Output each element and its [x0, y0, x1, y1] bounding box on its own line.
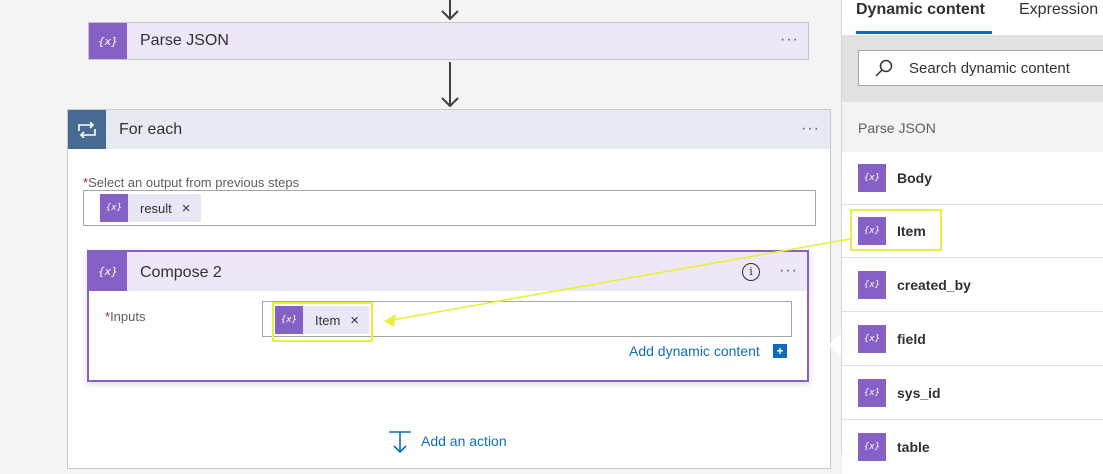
select-output-label: *Select an output from previous steps: [83, 175, 300, 190]
data-operation-icon: {x}: [858, 325, 886, 353]
for-each-header[interactable]: For each ···: [68, 110, 830, 149]
for-each-title: For each: [119, 121, 183, 138]
flow-canvas: {x} Parse JSON ··· For each ··· *Select …: [0, 0, 840, 469]
section-title: Parse JSON: [858, 120, 936, 136]
data-operation-icon: {x}: [89, 252, 127, 291]
for-each-menu-button[interactable]: ···: [801, 120, 820, 138]
data-operation-icon: {x}: [100, 194, 128, 222]
dynamic-item-label: created_by: [897, 277, 971, 293]
dynamic-item-label: table: [897, 439, 930, 455]
connector-arrow-icon: [440, 62, 460, 108]
compose-2-header[interactable]: {x} Compose 2 i ···: [89, 252, 807, 291]
compose-2-title: Compose 2: [140, 264, 222, 281]
parse-json-title: Parse JSON: [140, 32, 229, 49]
dynamic-item-body[interactable]: {x} Body: [842, 152, 1103, 205]
loop-icon: [68, 110, 106, 149]
tab-expression[interactable]: Expression: [1019, 1, 1098, 19]
parse-json-menu-button[interactable]: ···: [780, 31, 799, 49]
add-action-icon: [389, 431, 411, 453]
panel-pointer: [828, 333, 841, 357]
dynamic-item-created-by[interactable]: {x} created_by: [842, 259, 1103, 312]
dynamic-item-field[interactable]: {x} field: [842, 313, 1103, 366]
dynamic-item-label: field: [897, 331, 926, 347]
result-token[interactable]: {x} result ×: [100, 194, 201, 222]
remove-result-token-button[interactable]: ×: [182, 200, 191, 217]
result-token-label: result: [140, 200, 172, 216]
data-operation-icon: {x}: [858, 433, 886, 461]
connector-arrow-icon: [440, 0, 460, 22]
dynamic-item-label: sys_id: [897, 385, 941, 401]
item-token-highlight: [272, 302, 373, 342]
panel-item-highlight: [850, 209, 942, 251]
info-icon[interactable]: i: [742, 263, 760, 281]
search-dynamic-content-field[interactable]: [858, 50, 1103, 86]
compose-2-menu-button[interactable]: ···: [779, 262, 798, 280]
add-an-action-label: Add an action: [421, 433, 507, 449]
data-operation-icon: {x}: [89, 23, 127, 59]
select-output-field[interactable]: {x} result ×: [83, 190, 816, 226]
panel-tabs: Dynamic content Expression: [842, 0, 1103, 35]
tab-dynamic-content[interactable]: Dynamic content: [856, 1, 985, 19]
search-icon: [875, 59, 893, 77]
add-dynamic-content-link[interactable]: Add dynamic content: [629, 343, 760, 359]
dynamic-item-table[interactable]: {x} table: [842, 421, 1103, 474]
active-tab-indicator: [856, 31, 992, 34]
parse-json-section-header[interactable]: Parse JSON: [842, 102, 1103, 152]
search-area: [842, 35, 1103, 102]
data-operation-icon: {x}: [858, 271, 886, 299]
dynamic-item-label: Body: [897, 170, 932, 186]
search-input[interactable]: [907, 59, 1101, 78]
parse-json-action[interactable]: {x} Parse JSON ···: [88, 22, 809, 60]
data-operation-icon: {x}: [858, 379, 886, 407]
data-operation-icon: {x}: [858, 164, 886, 192]
add-dynamic-content-plus-icon[interactable]: +: [773, 344, 787, 358]
compose-2-action: {x} Compose 2 i ··· *Inputs {x} Item × A…: [87, 250, 809, 382]
dynamic-item-sys-id[interactable]: {x} sys_id: [842, 367, 1103, 420]
inputs-label: *Inputs: [105, 309, 146, 324]
